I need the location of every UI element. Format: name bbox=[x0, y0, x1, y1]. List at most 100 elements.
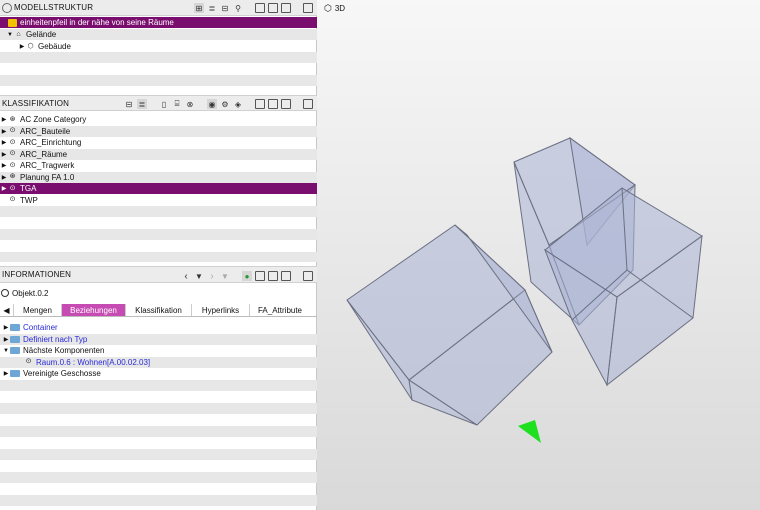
3d-viewport[interactable]: ⬡ 3D bbox=[317, 0, 760, 510]
relation-row[interactable]: ▶ Container bbox=[0, 322, 317, 333]
forward-icon[interactable]: › bbox=[207, 271, 217, 282]
maximize-panel-icon[interactable] bbox=[303, 271, 313, 281]
row-label: ARC_Einrichtung bbox=[20, 138, 82, 148]
tab-beziehungen[interactable]: Beziehungen bbox=[62, 304, 126, 316]
collapse-arrow-icon[interactable]: ▶ bbox=[0, 116, 8, 123]
folder-icon bbox=[10, 335, 20, 343]
collapse-arrow-icon[interactable]: ▶ bbox=[0, 162, 8, 169]
relation-row[interactable]: ⊙ Raum.0.6 : Wohnen[A.00.02.03] bbox=[0, 356, 317, 368]
tree-view-icon[interactable]: ⊞ bbox=[194, 3, 204, 13]
collapse-arrow-icon[interactable]: ▶ bbox=[0, 185, 8, 192]
tab-fa-attribute[interactable]: FA_Attribute bbox=[250, 304, 310, 316]
3d-scene[interactable] bbox=[317, 0, 760, 510]
row-label: Definiert nach Typ bbox=[23, 334, 88, 344]
expand-arrow-icon[interactable]: ▼ bbox=[2, 348, 10, 354]
hierarchy-icon[interactable]: ⊟ bbox=[124, 99, 134, 109]
tab-hyperlinks[interactable]: Hyperlinks bbox=[192, 304, 250, 316]
back-icon[interactable]: ‹ bbox=[181, 271, 191, 282]
link-icon[interactable]: ● bbox=[242, 271, 252, 281]
classification-row[interactable]: ▶ ⊙ ARC_Einrichtung bbox=[0, 137, 317, 148]
relation-row[interactable]: ▶ Definiert nach Typ bbox=[0, 333, 317, 345]
classification-icon: ⊙ bbox=[9, 184, 16, 192]
tree-row[interactable]: ▼ ⌂ Gelände bbox=[0, 29, 317, 41]
expand-arrow-icon[interactable]: ▼ bbox=[6, 32, 14, 38]
collapse-arrow-icon[interactable]: ▶ bbox=[0, 128, 8, 135]
classification-row[interactable]: ▶ ⊙ ARC_Bauteile bbox=[0, 125, 317, 137]
panel-option-1-icon[interactable] bbox=[255, 3, 265, 13]
folder-icon bbox=[10, 370, 20, 378]
row-label: Gebäude bbox=[38, 42, 71, 52]
empty-row bbox=[0, 471, 317, 483]
open-folder-icon[interactable]: ⌸ bbox=[172, 99, 182, 109]
classification-row[interactable]: ▶ ⊙ ARC_Tragwerk bbox=[0, 160, 317, 171]
classification-icon: ⊙ bbox=[9, 161, 16, 169]
classification-row[interactable]: ▶ ⊙ ARC_Räume bbox=[0, 148, 317, 160]
collapse-arrow-icon[interactable]: ▶ bbox=[0, 151, 8, 158]
dropdown-icon[interactable]: ▼ bbox=[220, 271, 230, 281]
panel-option-2-icon[interactable] bbox=[268, 3, 278, 13]
settings-icon[interactable]: ⚙ bbox=[220, 99, 230, 109]
panel-option-1-icon[interactable] bbox=[255, 271, 265, 281]
filter-icon[interactable]: ⚲ bbox=[233, 3, 243, 13]
collapse-arrow-icon[interactable]: ▶ bbox=[2, 324, 10, 331]
collapse-arrow-icon[interactable]: ▶ bbox=[0, 174, 8, 181]
delete-icon[interactable]: ⊗ bbox=[185, 99, 195, 109]
classification-row[interactable]: ▶ ⊛ AC Zone Category bbox=[0, 114, 317, 125]
row-label: TGA bbox=[20, 184, 37, 194]
tab-klassifikation[interactable]: Klassifikation bbox=[126, 304, 192, 316]
maximize-panel-icon[interactable] bbox=[303, 3, 313, 13]
classification-icon: ⊙ bbox=[9, 138, 16, 146]
empty-row bbox=[0, 252, 317, 262]
klassifikation-header: KLASSIFIKATION ⊟ ≣ ▯ ⌸ ⊗ ◉ ⚙ ◈ bbox=[0, 95, 317, 111]
tab-scroll-left[interactable]: ◀ bbox=[0, 304, 14, 316]
panel-option-1-icon[interactable] bbox=[255, 99, 265, 109]
folder-icon bbox=[10, 347, 20, 355]
empty-row bbox=[0, 425, 317, 437]
dropdown-icon[interactable]: ▼ bbox=[194, 271, 204, 281]
panel-option-3-icon[interactable] bbox=[281, 3, 291, 13]
object-name: Objekt.0.2 bbox=[12, 288, 49, 298]
empty-row bbox=[0, 379, 317, 391]
cube-icon[interactable]: ◈ bbox=[233, 99, 243, 109]
informationen-header: INFORMATIONEN ‹ ▼ › ▼ ● bbox=[0, 266, 317, 283]
panel-option-2-icon[interactable] bbox=[268, 99, 278, 109]
tab-mengen[interactable]: Mengen bbox=[14, 304, 62, 316]
unit-arrow-icon[interactable] bbox=[518, 420, 541, 443]
info-tabs: ◀ Mengen Beziehungen Klassifikation Hype… bbox=[0, 304, 317, 317]
list-view-icon[interactable]: ≣ bbox=[207, 3, 217, 13]
row-label: einheitenpfeil in der nähe von seine Räu… bbox=[20, 18, 174, 28]
row-label: AC Zone Category bbox=[20, 115, 87, 125]
space-icon: ⊙ bbox=[25, 358, 32, 366]
visibility-icon[interactable]: ◉ bbox=[207, 99, 217, 109]
empty-row bbox=[0, 206, 317, 218]
classification-icon: ⊙ bbox=[9, 196, 16, 204]
empty-row bbox=[0, 448, 317, 460]
classification-icon: ⊙ bbox=[9, 150, 16, 158]
classification-row[interactable]: ▶ ⊛ Planung FA 1.0 bbox=[0, 171, 317, 183]
empty-row bbox=[0, 52, 317, 64]
informationen-title: INFORMATIONEN bbox=[2, 270, 72, 279]
tree-row[interactable]: einheitenpfeil in der nähe von seine Räu… bbox=[0, 17, 317, 29]
new-document-icon[interactable]: ▯ bbox=[159, 99, 169, 109]
collapse-arrow-icon[interactable]: ▶ bbox=[2, 336, 10, 343]
modellstruktur-header: MODELLSTRUKTUR ⊞ ≣ ⊟ ⚲ bbox=[0, 0, 317, 16]
structure-icon bbox=[2, 2, 12, 13]
panel-option-2-icon[interactable] bbox=[268, 271, 278, 281]
collapse-arrow-icon[interactable]: ▶ bbox=[18, 43, 26, 50]
classification-row[interactable]: ▶ ⊙ TGA bbox=[0, 183, 317, 195]
panel-option-3-icon[interactable] bbox=[281, 99, 291, 109]
collapse-arrow-icon[interactable]: ▶ bbox=[2, 370, 10, 377]
row-label: Nächste Komponenten bbox=[23, 346, 105, 356]
modellstruktur-title: MODELLSTRUKTUR bbox=[14, 3, 94, 12]
classification-row[interactable]: ⊙ TWP bbox=[0, 195, 317, 206]
panel-option-3-icon[interactable] bbox=[281, 271, 291, 281]
classification-icon: ⊛ bbox=[9, 173, 16, 181]
hierarchy-icon[interactable]: ⊟ bbox=[220, 3, 230, 13]
relation-row[interactable]: ▼ Nächste Komponenten bbox=[0, 345, 317, 356]
relation-row[interactable]: ▶ Vereinigte Geschosse bbox=[0, 368, 317, 379]
collapse-arrow-icon[interactable]: ▶ bbox=[0, 139, 8, 146]
tree-row[interactable]: ▶ ⬡ Gebäude bbox=[0, 41, 317, 52]
list-view-icon[interactable]: ≣ bbox=[137, 99, 147, 109]
maximize-panel-icon[interactable] bbox=[303, 99, 313, 109]
row-label: ARC_Räume bbox=[20, 149, 68, 159]
